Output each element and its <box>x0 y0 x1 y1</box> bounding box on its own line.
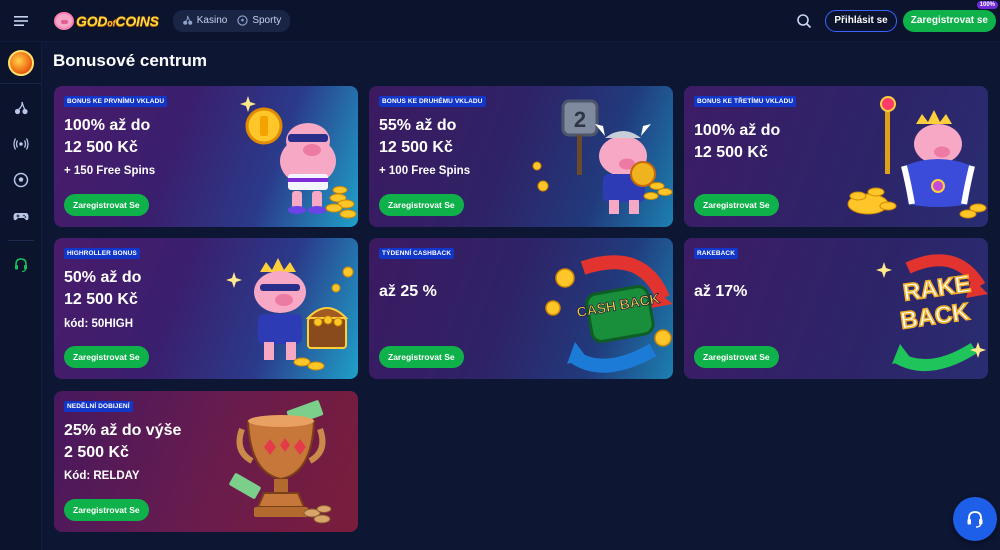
bonus-card-third-deposit: BONUS KE TŘETÍMU VKLADU 100% až do 12 50… <box>684 86 988 227</box>
logo[interactable]: GODofCOINS <box>54 11 159 30</box>
card-headline: až 25 % <box>379 281 549 303</box>
soccer-ball-icon <box>237 15 249 26</box>
card-register-button[interactable]: Zaregistrovat Se <box>64 346 149 368</box>
card-headline-line2: 12 500 Kč <box>379 139 453 156</box>
cherries-icon <box>14 101 28 115</box>
register-button[interactable]: Zaregistrovat se 100% <box>902 0 998 32</box>
bonus-badge: 100% <box>976 0 998 9</box>
card-headline-line1: 50% až do <box>64 269 142 286</box>
sidebar <box>0 42 42 550</box>
soccer-ball-icon <box>13 172 29 188</box>
bonus-card-sunday-reload: NEDĚLNÍ DOBIJENÍ 25% až do výše 2 500 Kč… <box>54 391 358 532</box>
card-headline: 100% až do 12 500 Kč <box>694 120 864 164</box>
menu-icon[interactable] <box>0 0 42 42</box>
card-register-button[interactable]: Zaregistrovat Se <box>379 194 464 216</box>
card-headline: 50% až do 12 500 Kč <box>64 267 234 311</box>
card-register-button[interactable]: Zaregistrovat Se <box>694 346 779 368</box>
card-headline: 25% až do výše 2 500 Kč <box>64 420 234 464</box>
register-button-label: Zaregistrovat se <box>910 15 988 26</box>
page-title: Bonusové centrum <box>53 51 207 70</box>
live-broadcast-icon <box>13 138 29 150</box>
card-tag: NEDĚLNÍ DOBIJENÍ <box>64 401 133 412</box>
tab-casino-label: Kasino <box>196 15 228 26</box>
card-subline: Kód: RELDAY <box>64 470 140 482</box>
search-icon[interactable] <box>793 10 815 32</box>
card-register-button[interactable]: Zaregistrovat Se <box>64 194 149 216</box>
sidebar-item-games[interactable] <box>0 198 42 234</box>
support-headset-icon <box>15 258 27 273</box>
live-chat-button[interactable] <box>953 497 997 541</box>
sidebar-item-sports[interactable] <box>0 162 42 198</box>
sidebar-item-casino[interactable] <box>0 90 42 126</box>
bonus-card-second-deposit: 2 BONUS KE DRUHÉMU VKLADU 55% až do 12 5… <box>369 86 673 227</box>
dice-number: 2 <box>574 107 586 132</box>
cherries-icon <box>182 15 193 25</box>
card-subline: + 150 Free Spins <box>64 165 156 177</box>
card-headline-line2: 2 500 Kč <box>64 444 129 461</box>
bonus-card-highroller: HIGHROLLER BONUS 50% až do 12 500 Kč kód… <box>54 238 358 379</box>
card-headline-line1: 100% až do <box>694 122 781 139</box>
card-tag: BONUS KE DRUHÉMU VKLADU <box>379 96 486 107</box>
card-headline-line2: 12 500 Kč <box>64 139 138 156</box>
sidebar-item-support[interactable] <box>0 247 42 283</box>
sidebar-item-live[interactable] <box>0 126 42 162</box>
card-subline: kód: 50HIGH <box>64 318 134 330</box>
tab-sports[interactable]: Sporty <box>232 10 286 32</box>
card-subline: + 100 Free Spins <box>379 165 471 177</box>
sidebar-promo[interactable] <box>0 42 42 84</box>
logo-text: GODofCOINS <box>76 12 159 29</box>
card-headline-line1: 55% až do <box>379 117 457 134</box>
card-tag: HIGHROLLER BONUS <box>64 248 140 259</box>
tab-sports-label: Sporty <box>252 15 282 26</box>
card-headline: 100% až do 12 500 Kč <box>64 115 234 159</box>
card-headline-line2: 12 500 Kč <box>694 144 768 161</box>
card-register-button[interactable]: Zaregistrovat Se <box>64 499 149 521</box>
tab-casino[interactable]: Kasino <box>177 10 233 32</box>
promo-icon <box>8 49 34 76</box>
card-tag: BONUS KE TŘETÍMU VKLADU <box>694 96 797 107</box>
card-register-button[interactable]: Zaregistrovat Se <box>694 194 779 216</box>
card-headline-line1: až 17% <box>694 283 748 300</box>
pig-logo-icon <box>54 11 74 30</box>
card-tag: RAKEBACK <box>694 248 738 259</box>
card-tag: BONUS KE PRVNÍMU VKLADU <box>64 96 168 107</box>
login-button[interactable]: Přihlásit se <box>825 9 897 32</box>
support-headset-icon <box>967 511 983 528</box>
bonus-card-first-deposit: BONUS KE PRVNÍMU VKLADU 100% až do 12 50… <box>54 86 358 227</box>
bonus-card-rakeback: RAKE BACK RAKEBACK až 17% Zaregistrovat … <box>684 238 988 379</box>
sidebar-divider <box>7 240 34 241</box>
card-headline-line1: až 25 % <box>379 283 437 300</box>
card-headline-line2: 12 500 Kč <box>64 291 138 308</box>
gamepad-icon <box>13 213 29 221</box>
card-headline-line1: 100% až do <box>64 117 151 134</box>
top-bar: GODofCOINS Kasino Sporty Přihlásit se Za… <box>0 0 1000 42</box>
cashback-illustration: CASH BACK <box>545 255 673 373</box>
card-headline: až 17% <box>694 281 864 303</box>
card-register-button[interactable]: Zaregistrovat Se <box>379 346 464 368</box>
rakeback-illustration: RAKE BACK <box>876 254 988 372</box>
card-headline: 55% až do 12 500 Kč <box>379 115 549 159</box>
card-tag: TÝDENNÍ CASHBACK <box>379 248 455 259</box>
card-headline-line1: 25% až do výše <box>64 422 182 439</box>
bonus-card-weekly-cashback: CASH BACK TÝDENNÍ CASHBACK až 25 % Zareg… <box>369 238 673 379</box>
product-switch: Kasino Sporty <box>172 9 291 32</box>
